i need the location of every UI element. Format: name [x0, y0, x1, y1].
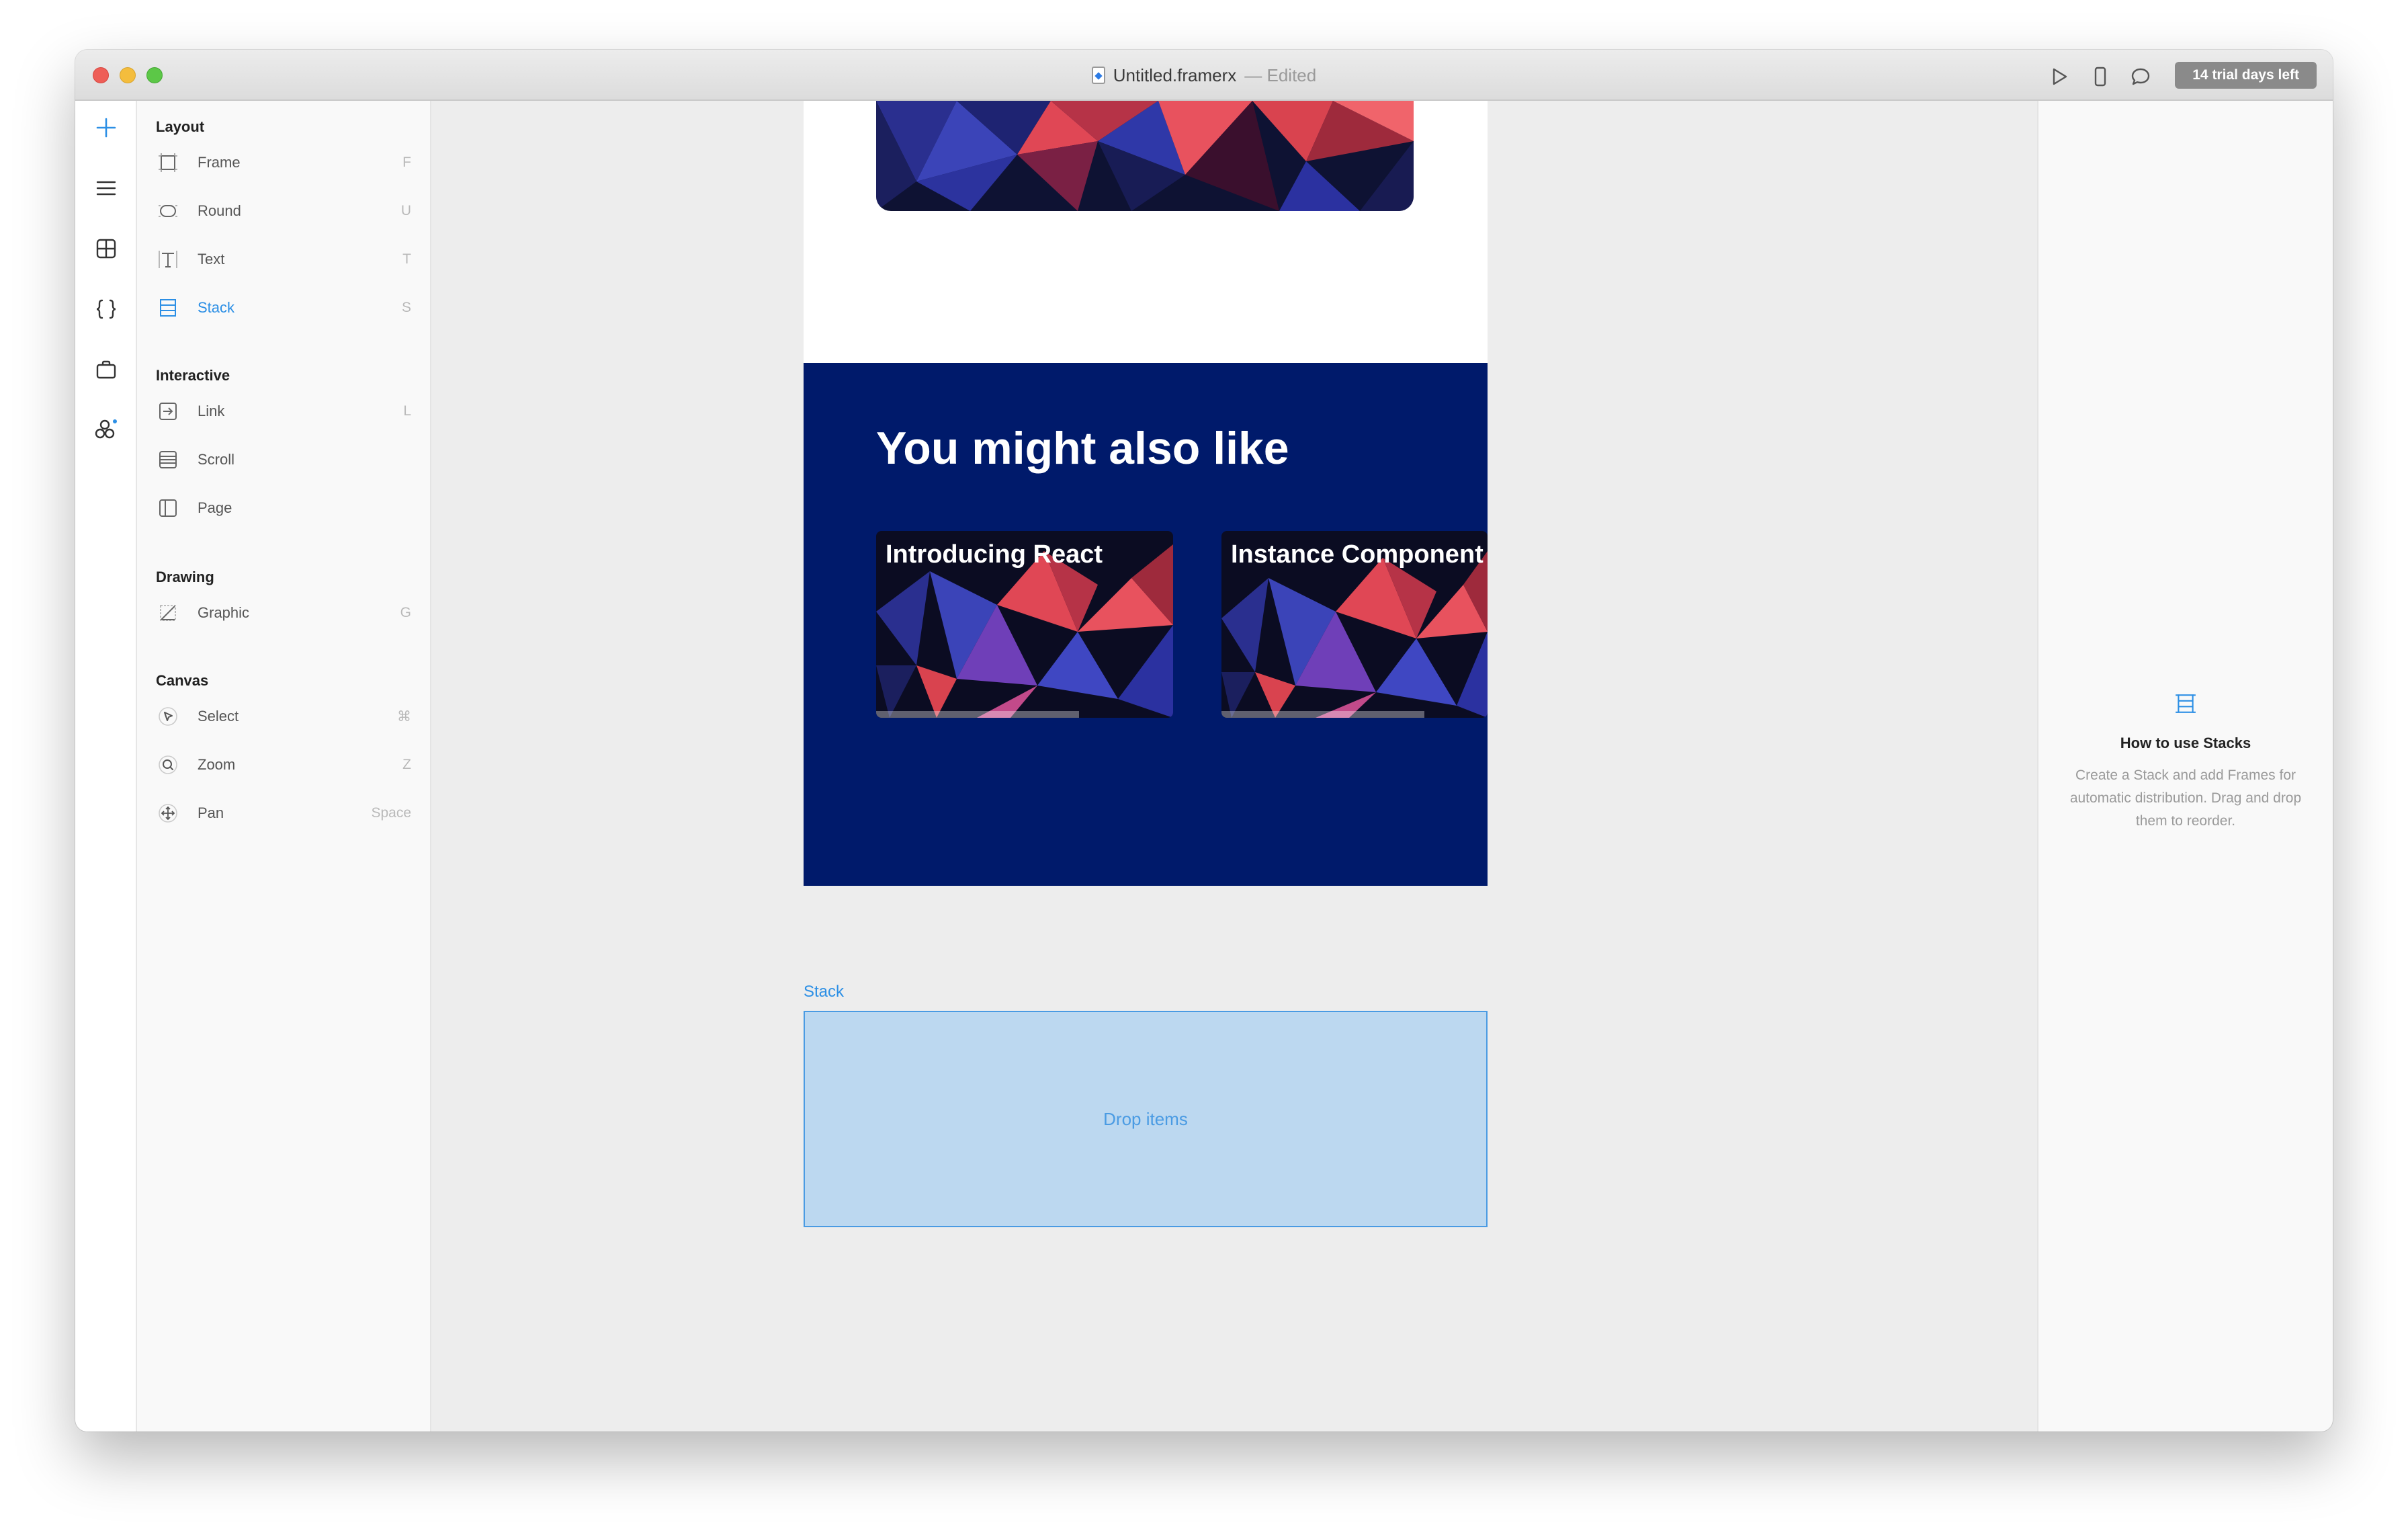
insert-item-page[interactable]: Page — [156, 495, 411, 522]
drop-items-text: Drop items — [1103, 1108, 1188, 1129]
frame-icon — [156, 151, 180, 175]
card-progress-bar — [876, 711, 1079, 718]
stack-icon — [156, 296, 180, 320]
stack-icon — [2065, 692, 2306, 718]
insert-item-frame[interactable]: Frame F — [156, 149, 411, 176]
shortcut-key: Z — [402, 757, 411, 772]
insert-item-zoom[interactable]: Zoom Z — [156, 751, 411, 778]
insert-item-text[interactable]: Text T — [156, 246, 411, 273]
section-heading: You might also like — [876, 423, 1289, 474]
shortcut-key: Space — [371, 805, 411, 821]
round-icon — [156, 199, 180, 223]
shortcut-key: S — [401, 300, 411, 315]
document-name: Untitled.framerx — [1113, 65, 1237, 85]
stack-drop-zone[interactable]: Drop items — [804, 1011, 1488, 1227]
app-window: Untitled.framerx — Edited 14 trial days … — [75, 50, 2333, 1432]
insert-item-label: Frame — [198, 154, 241, 171]
title-bar: Untitled.framerx — Edited 14 trial days … — [75, 50, 2333, 101]
shortcut-key: F — [402, 155, 411, 170]
properties-panel: How to use Stacks Create a Stack and add… — [2037, 101, 2333, 1432]
insert-item-label: Scroll — [198, 451, 235, 468]
section-title-interactive: Interactive — [156, 367, 230, 384]
insert-item-scroll[interactable]: Scroll — [156, 446, 411, 473]
tool-rail — [75, 101, 137, 1432]
graphic-icon — [156, 601, 180, 625]
insert-item-label: Graphic — [198, 604, 250, 621]
stack-help: How to use Stacks Create a Stack and add… — [2065, 692, 2306, 833]
related-section[interactable]: You might also like Introducing React In… — [804, 363, 1488, 886]
card-progress-bar — [1221, 711, 1424, 718]
insert-item-label: Text — [198, 251, 225, 267]
section-title-layout: Layout — [156, 118, 205, 135]
stack-label[interactable]: Stack — [804, 983, 844, 1001]
shortcut-key: U — [400, 203, 411, 218]
store-icon[interactable] — [93, 356, 120, 383]
shortcut-key: G — [400, 605, 411, 620]
scroll-icon — [156, 448, 180, 472]
comment-icon[interactable] — [2130, 66, 2151, 87]
shortcut-key: ⌘ — [397, 708, 411, 725]
framer-document-icon — [1091, 67, 1105, 84]
insert-item-graphic[interactable]: Graphic G — [156, 599, 411, 626]
layers-icon[interactable] — [93, 175, 120, 202]
insert-panel: Layout Frame F Round U Text T Stack S In… — [137, 101, 431, 1432]
insert-item-round[interactable]: Round U — [156, 198, 411, 224]
device-icon[interactable] — [2090, 66, 2111, 87]
section-title-canvas: Canvas — [156, 672, 209, 689]
shortcut-key: L — [403, 403, 411, 419]
insert-item-label: Select — [198, 708, 239, 725]
insert-item-label: Page — [198, 499, 232, 516]
insert-item-stack[interactable]: Stack S — [156, 294, 411, 321]
artboard-top[interactable] — [804, 101, 1488, 363]
insert-item-label: Link — [198, 403, 225, 419]
shortcut-key: T — [402, 251, 411, 267]
document-status: — Edited — [1244, 65, 1317, 85]
section-title-drawing: Drawing — [156, 569, 214, 585]
trial-badge[interactable]: 14 trial days left — [2175, 62, 2317, 89]
card-title: Instance Component — [1231, 540, 1484, 569]
help-body: Create a Stack and add Frames for automa… — [2069, 768, 2302, 829]
play-icon[interactable] — [2049, 66, 2071, 87]
window-title: Untitled.framerx — Edited — [75, 50, 2333, 101]
insert-icon[interactable] — [93, 114, 120, 141]
card-title: Introducing React — [886, 540, 1103, 569]
select-cursor-icon — [156, 704, 180, 729]
code-icon[interactable] — [93, 296, 120, 323]
text-icon — [156, 247, 180, 272]
insert-item-link[interactable]: Link L — [156, 398, 411, 425]
card-introducing-react[interactable]: Introducing React — [876, 531, 1173, 718]
design-canvas[interactable]: You might also like Introducing React In… — [431, 101, 2037, 1432]
hero-image[interactable] — [876, 101, 1414, 211]
help-title: How to use Stacks — [2120, 735, 2251, 751]
page-icon — [156, 496, 180, 520]
link-icon — [156, 399, 180, 423]
insert-item-select[interactable]: Select ⌘ — [156, 703, 411, 730]
pan-icon — [156, 801, 180, 825]
card-instance-component[interactable]: Instance Component — [1221, 531, 1488, 718]
insert-item-pan[interactable]: Pan Space — [156, 800, 411, 827]
components-icon[interactable] — [93, 235, 120, 262]
team-icon[interactable] — [93, 417, 120, 444]
insert-item-label: Round — [198, 202, 241, 219]
insert-item-label: Stack — [198, 299, 235, 316]
insert-item-label: Pan — [198, 804, 224, 821]
zoom-icon — [156, 753, 180, 777]
insert-item-label: Zoom — [198, 756, 236, 773]
